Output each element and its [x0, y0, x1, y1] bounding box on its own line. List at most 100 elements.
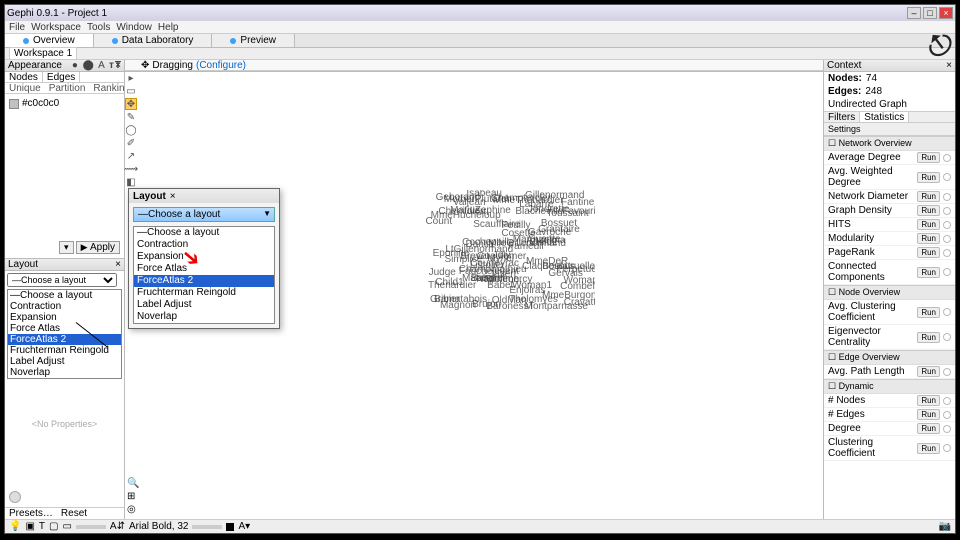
- path-tool-icon[interactable]: ⟿: [125, 163, 137, 175]
- move-tool-icon[interactable]: ✥: [125, 98, 137, 110]
- layout-opt-noverlap[interactable]: Noverlap: [8, 367, 121, 378]
- run-button[interactable]: Run: [917, 307, 940, 318]
- layout-opt-expansion[interactable]: Expansion: [8, 312, 121, 323]
- run-button[interactable]: Run: [917, 233, 940, 244]
- info-icon[interactable]: [943, 235, 951, 243]
- color-swatch[interactable]: [9, 99, 19, 109]
- lightbulb-icon[interactable]: 💡: [9, 521, 21, 532]
- run-button[interactable]: Run: [917, 267, 940, 278]
- appearance-mode-icons[interactable]: ● ⬤ A тТ: [72, 60, 122, 71]
- size-tool-icon[interactable]: ◯: [125, 124, 137, 136]
- menu-file[interactable]: File: [9, 22, 25, 33]
- reset-zoom-icon[interactable]: ⊞: [127, 491, 139, 502]
- reset-link[interactable]: Reset: [61, 508, 87, 519]
- label-toggle-icon[interactable]: ▣: [25, 521, 34, 532]
- nodes-tab[interactable]: Nodes: [5, 72, 43, 82]
- unique-tab[interactable]: Unique: [5, 83, 45, 93]
- presets-link[interactable]: Presets…: [9, 508, 53, 519]
- paint-tool-icon[interactable]: ✎: [125, 111, 137, 123]
- menu-workspace[interactable]: Workspace: [31, 22, 81, 33]
- edges-tab[interactable]: Edges: [43, 72, 80, 82]
- minimize-button[interactable]: –: [907, 7, 921, 19]
- layout-opt-labeladjust[interactable]: Label Adjust: [8, 356, 121, 367]
- popup-layout-select[interactable]: —Choose a layout: [133, 207, 275, 222]
- info-icon[interactable]: [943, 221, 951, 229]
- info-icon[interactable]: [943, 249, 951, 257]
- configure-link[interactable]: (Configure): [196, 60, 246, 71]
- info-icon[interactable]: [943, 268, 951, 276]
- metric-row: Average DegreeRun: [824, 151, 955, 165]
- popup-layout-list[interactable]: —Choose a layout Contraction Expansion F…: [133, 226, 275, 324]
- info-icon[interactable]: [943, 308, 951, 316]
- node-label-icon[interactable]: ▢: [49, 521, 58, 532]
- workspace-tab[interactable]: Workspace 1: [9, 47, 77, 60]
- close-button[interactable]: ×: [939, 7, 953, 19]
- popup-opt-forceatlas[interactable]: Force Atlas: [134, 263, 274, 275]
- apply-button[interactable]: ▶ Apply: [76, 241, 120, 254]
- edge-weight-slider[interactable]: [76, 525, 106, 529]
- popup-opt-expansion[interactable]: Expansion: [134, 251, 274, 263]
- run-button[interactable]: Run: [917, 152, 940, 163]
- filters-tab[interactable]: Filters: [824, 112, 860, 122]
- run-button[interactable]: Run: [917, 409, 940, 420]
- label-color-swatch[interactable]: [226, 523, 234, 531]
- tab-data-laboratory[interactable]: Data Laboratory: [94, 34, 213, 47]
- popup-opt-fruchterman[interactable]: Fruchterman Reingold: [134, 287, 274, 299]
- run-button[interactable]: Run: [917, 219, 940, 230]
- popup-opt-choose[interactable]: —Choose a layout: [134, 227, 274, 239]
- run-button[interactable]: Run: [917, 443, 940, 454]
- run-button[interactable]: Run: [917, 191, 940, 202]
- partition-tab[interactable]: Partition: [45, 83, 90, 93]
- maximize-button[interactable]: □: [923, 7, 937, 19]
- menu-tools[interactable]: Tools: [87, 22, 110, 33]
- run-button[interactable]: Run: [917, 332, 940, 343]
- font-label[interactable]: Arial Bold, 32: [129, 521, 188, 532]
- statistics-tab[interactable]: Statistics: [860, 112, 909, 122]
- info-icon[interactable]: [943, 154, 951, 162]
- run-button[interactable]: Run: [917, 395, 940, 406]
- run-button[interactable]: Run: [917, 423, 940, 434]
- screenshot-icon[interactable]: 📷: [939, 521, 951, 532]
- brush-tool-icon[interactable]: ✐: [125, 137, 137, 149]
- layout-opt-forceatlas[interactable]: Force Atlas: [8, 323, 121, 334]
- edge-tool-icon[interactable]: ↗: [125, 150, 137, 162]
- tab-preview[interactable]: Preview: [212, 34, 295, 47]
- popup-opt-contraction[interactable]: Contraction: [134, 239, 274, 251]
- heatmap-tool-icon[interactable]: ◧: [125, 176, 137, 188]
- apply-split-button[interactable]: ▾: [59, 241, 74, 254]
- info-icon[interactable]: [943, 333, 951, 341]
- info-icon[interactable]: [943, 425, 951, 433]
- rect-select-tool-icon[interactable]: ▭: [125, 85, 137, 97]
- info-icon[interactable]: [943, 207, 951, 215]
- graph-canvas[interactable]: ClaquesousMontparnasseBabetGueulemerEpon…: [425, 190, 595, 320]
- layout-opt-contraction[interactable]: Contraction: [8, 301, 121, 312]
- popup-opt-forceatlas2[interactable]: ForceAtlas 2: [134, 275, 274, 287]
- info-icon[interactable]: [943, 411, 951, 419]
- layout-settings-icon[interactable]: [9, 491, 21, 503]
- menu-window[interactable]: Window: [116, 22, 152, 33]
- layout-select[interactable]: —Choose a layout: [7, 273, 117, 287]
- tab-overview[interactable]: Overview: [5, 34, 94, 47]
- run-button[interactable]: Run: [917, 205, 940, 216]
- run-button[interactable]: Run: [917, 247, 940, 258]
- zoom-tool-icon[interactable]: 🔍: [127, 478, 139, 489]
- center-graph-icon[interactable]: ◎: [127, 504, 139, 515]
- popup-opt-labeladjust[interactable]: Label Adjust: [134, 299, 274, 311]
- layout-listbox[interactable]: —Choose a layout Contraction Expansion F…: [7, 289, 122, 379]
- info-icon[interactable]: [943, 193, 951, 201]
- edge-label-icon[interactable]: ▭: [62, 521, 71, 532]
- popup-opt-noverlap[interactable]: Noverlap: [134, 311, 274, 323]
- run-button[interactable]: Run: [917, 366, 940, 377]
- layout-opt-fruchterman[interactable]: Fruchterman Reingold: [8, 345, 121, 356]
- info-icon[interactable]: [943, 173, 951, 181]
- info-icon[interactable]: [943, 444, 951, 452]
- label-size-slider[interactable]: [192, 525, 222, 529]
- run-button[interactable]: Run: [917, 172, 940, 183]
- text-toggle-icon[interactable]: T: [39, 521, 45, 532]
- pointer-tool-icon[interactable]: ▸: [125, 72, 137, 84]
- layout-opt-choose[interactable]: —Choose a layout: [8, 290, 121, 301]
- no-properties-label: <No Properties>: [5, 419, 124, 429]
- info-icon[interactable]: [943, 368, 951, 376]
- info-icon[interactable]: [943, 397, 951, 405]
- menu-help[interactable]: Help: [158, 22, 179, 33]
